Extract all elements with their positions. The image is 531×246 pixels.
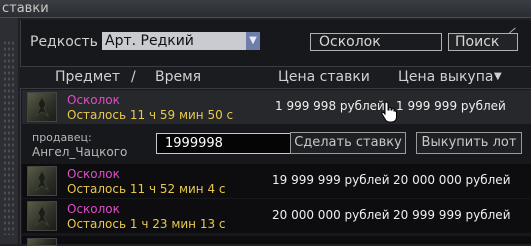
hand-cursor-icon <box>381 101 397 123</box>
search-button[interactable]: Поиск <box>448 33 518 51</box>
lot-bid: 19 999 999 рублей <box>272 173 390 187</box>
seller-name: Ангел_Чацкого <box>32 145 128 159</box>
left-edge-strip <box>0 0 18 244</box>
lot-name: Осколок <box>67 167 120 181</box>
lot-row[interactable]: Осколок Осталось 11 ч 59 мин 50 с 1 999 … <box>22 90 531 124</box>
grip-dots <box>3 40 14 235</box>
lot-time-left: Осталось 11 ч 59 мин 50 с <box>67 108 234 122</box>
lot-time-left: Осталось 1 ч 23 мин 13 с <box>67 217 226 231</box>
lot-time-left: Осталось 11 ч 52 мин 4 с <box>67 182 226 196</box>
column-buyout[interactable]: Цена выкупа <box>398 69 493 85</box>
place-bid-button[interactable]: Сделать ставку <box>290 132 406 154</box>
chevron-down-icon[interactable]: ▼ <box>246 32 260 50</box>
seller-label: продавец: <box>32 131 92 144</box>
lot-bid: 20 000 000 рублей <box>272 208 390 222</box>
lot-name: Осколок <box>67 93 120 107</box>
column-bid[interactable]: Цена ставки <box>278 69 370 85</box>
search-input[interactable]: Осколок <box>310 33 442 51</box>
lot-buyout: 1 999 999 рублей <box>396 99 506 113</box>
artifact-icon <box>27 92 57 122</box>
rarity-dropdown-value: Арт. Редкий <box>105 33 194 49</box>
buyout-button[interactable]: Выкупить лот <box>416 132 522 154</box>
lot-name: Осколок <box>67 202 120 216</box>
title-bar: ставки <box>0 0 531 18</box>
sort-desc-icon[interactable]: ▼ <box>494 71 502 82</box>
lot-buyout: 20 999 999 рублей <box>393 208 511 222</box>
lot-row[interactable]: Осколок Осталось 11 ч 52 мин 4 с 19 999 … <box>22 164 531 198</box>
artifact-icon <box>27 238 57 246</box>
lot-row[interactable]: Осколок Осталось 1 ч 23 мин 13 с 20 000 … <box>22 199 531 233</box>
column-separator: / <box>131 69 136 85</box>
rarity-dropdown[interactable]: Арт. Редкий ▼ <box>102 32 260 50</box>
column-headers: Предмет / Время Цена ставки Цена выкупа … <box>20 66 531 89</box>
column-item[interactable]: Предмет <box>55 69 120 85</box>
bid-amount-input[interactable]: 1999998 <box>156 133 306 154</box>
rarity-label: Редкость <box>30 34 98 50</box>
lot-row[interactable] <box>22 236 531 246</box>
lot-bid: 1 999 998 рублей <box>275 99 385 113</box>
artifact-icon <box>27 166 57 196</box>
lot-buyout: 20 000 000 рублей <box>393 173 511 187</box>
lot-details: продавец: Ангел_Чацкого 1999998 Сделать … <box>22 128 531 161</box>
window-title: ставки <box>2 1 49 16</box>
artifact-icon <box>27 201 57 231</box>
column-time[interactable]: Время <box>155 69 201 85</box>
